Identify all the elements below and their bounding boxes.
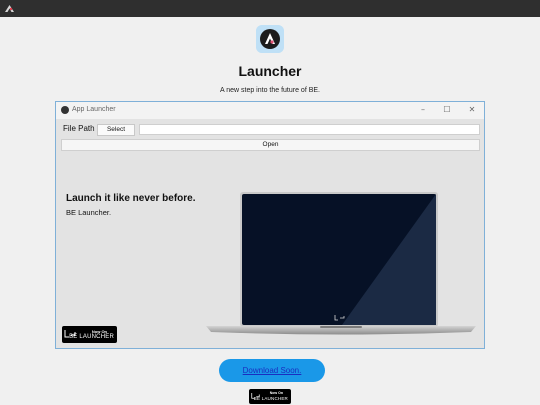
close-button[interactable]: ✕ bbox=[465, 104, 479, 116]
badge-now-on-text: Now On bbox=[269, 391, 283, 395]
now-on-be-launcher-badge[interactable]: Now On BE LAUNCHER bbox=[62, 326, 117, 343]
open-button[interactable]: Open bbox=[61, 139, 480, 151]
file-path-label: File Path bbox=[63, 124, 95, 133]
badge-main-text: BE LAUNCHER bbox=[253, 396, 288, 401]
now-on-be-launcher-badge[interactable]: Now On BE LAUNCHER bbox=[249, 389, 291, 404]
maximize-button[interactable]: ☐ bbox=[440, 104, 454, 116]
page-title: Launcher bbox=[238, 63, 302, 79]
launcher-logo-icon bbox=[256, 25, 284, 53]
window-app-icon bbox=[61, 106, 69, 114]
app-icon[interactable] bbox=[4, 3, 15, 14]
laptop-illustration bbox=[206, 192, 476, 335]
file-path-input[interactable] bbox=[139, 124, 480, 135]
window-titlebar[interactable]: App Launcher – ☐ ✕ bbox=[56, 102, 484, 119]
app-launcher-window: App Launcher – ☐ ✕ File Path Select Open… bbox=[55, 101, 485, 349]
hero-headline: Launch it like never before. bbox=[66, 193, 196, 204]
hero-tagline: BE Launcher. bbox=[66, 208, 112, 217]
window-title: App Launcher bbox=[72, 106, 116, 113]
system-top-bar bbox=[0, 0, 540, 17]
badge-main-text: BE LAUNCHER bbox=[69, 334, 114, 340]
page-subtitle: A new step into the future of BE. bbox=[219, 87, 320, 94]
select-button[interactable]: Select bbox=[97, 124, 135, 136]
download-button[interactable]: Download Soon. bbox=[219, 359, 325, 382]
minimize-button[interactable]: – bbox=[416, 104, 430, 116]
